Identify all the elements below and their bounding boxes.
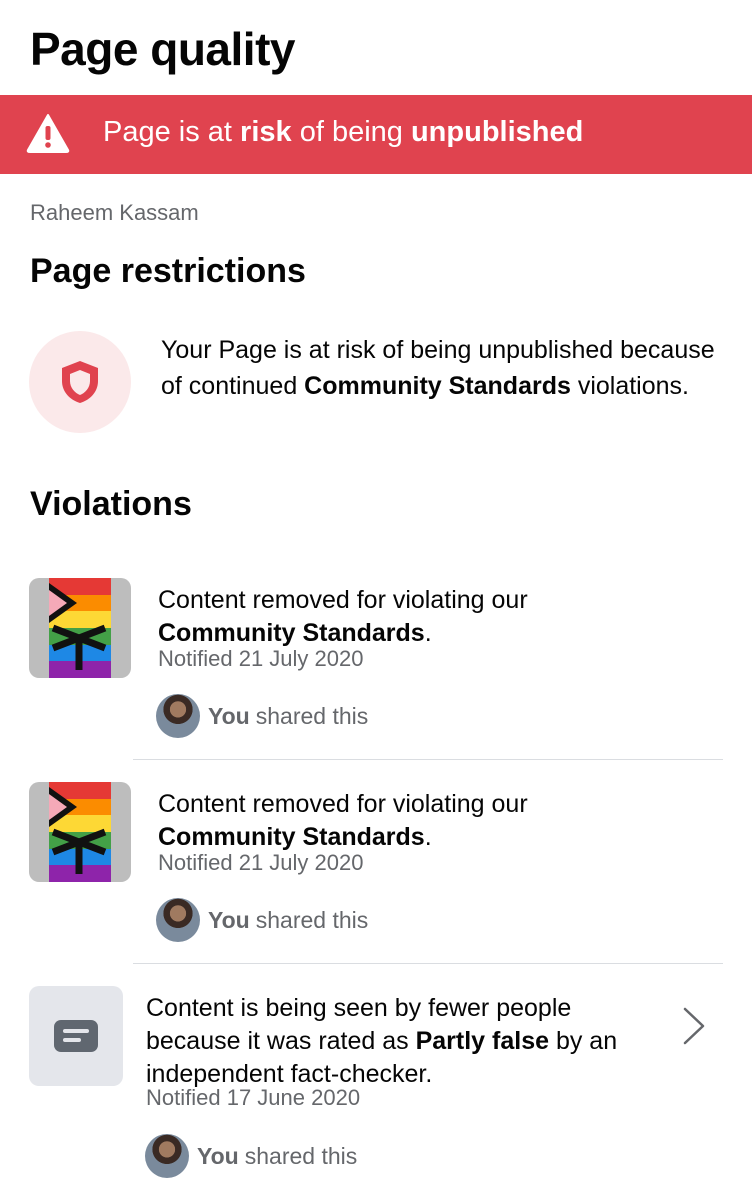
- restrictions-heading: Page restrictions: [30, 252, 306, 290]
- page-name: Raheem Kassam: [30, 200, 199, 225]
- post-text-icon: [54, 1020, 98, 1052]
- notified-date: Notified 17 June 2020: [146, 1085, 361, 1110]
- shared-by: You shared this: [156, 898, 368, 942]
- violation-text: Content removed for violating our Commun…: [158, 586, 528, 647]
- page-title: Page quality: [30, 23, 295, 75]
- restriction-description: Your Page is at risk of being unpublishe…: [161, 336, 715, 400]
- avatar: [145, 1134, 189, 1178]
- divider: [133, 963, 723, 964]
- banner-text: Page is at risk of being unpublished: [103, 116, 584, 148]
- avatar: [156, 694, 200, 738]
- violation-item[interactable]: Content is being seen by fewer people be…: [0, 986, 752, 1196]
- chevron-right-icon[interactable]: [682, 1006, 706, 1046]
- risk-banner: Page is at risk of being unpublished: [0, 95, 752, 174]
- violation-item[interactable]: Content removed for violating our Commun…: [0, 578, 752, 758]
- post-thumbnail: [29, 782, 131, 882]
- post-thumbnail: [29, 578, 131, 678]
- avatar: [156, 898, 200, 942]
- violations-heading: Violations: [30, 485, 192, 523]
- post-thumbnail: [29, 986, 123, 1086]
- restriction-icon-circle: [29, 331, 131, 433]
- divider: [133, 759, 723, 760]
- violation-item[interactable]: Content removed for violating our Commun…: [0, 782, 752, 962]
- shield-icon: [62, 361, 98, 403]
- shared-by: You shared this: [145, 1134, 357, 1178]
- notified-date: Notified 21 July 2020: [158, 646, 364, 671]
- violation-text: Content is being seen by fewer people be…: [146, 994, 618, 1088]
- violation-text: Content removed for violating our Commun…: [158, 790, 528, 851]
- shared-by: You shared this: [156, 694, 368, 738]
- notified-date: Notified 21 July 2020: [158, 850, 364, 875]
- warning-triangle-icon: [26, 114, 70, 153]
